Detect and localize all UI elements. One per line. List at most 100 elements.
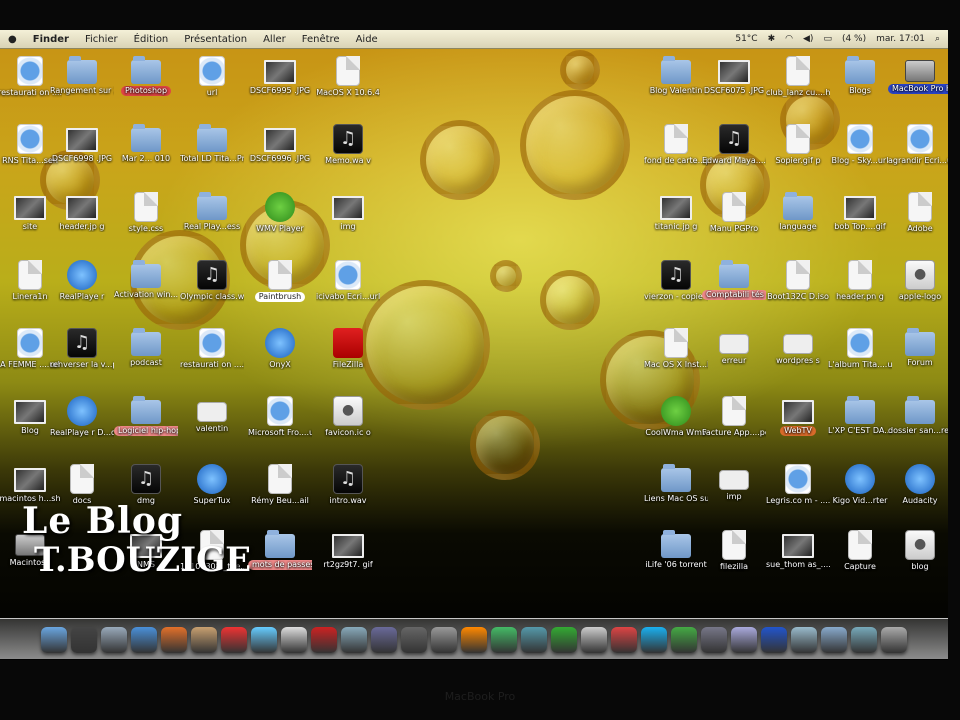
desktop-icon[interactable]: Edward Maya....wav (702, 124, 766, 166)
desktop-icon[interactable]: Memo.wa v (316, 124, 380, 166)
desktop-icon[interactable]: podcast (114, 328, 178, 368)
desktop-icon[interactable]: renverser la v...p3 (50, 328, 114, 370)
desktop-icon[interactable]: Liens Mac OS sur PC (644, 464, 708, 504)
desktop-icon[interactable]: DSCF6998 .JPG (50, 124, 114, 164)
desktop-icon[interactable]: Audacity (888, 464, 948, 506)
dock-skype-icon[interactable] (641, 627, 667, 653)
dock-ical-icon[interactable] (221, 627, 247, 653)
desktop-icon[interactable]: SuperTux (180, 464, 244, 506)
desktop-icon[interactable]: agrandir Ecri...url (888, 124, 948, 166)
desktop-icon[interactable]: DSCF6075 .JPG (702, 56, 766, 96)
desktop-icon[interactable]: mots de passes (248, 530, 312, 570)
desktop-icon[interactable]: img (316, 192, 380, 232)
temperature-readout[interactable]: 51°C (735, 34, 757, 44)
dock-photo-booth-icon[interactable] (311, 627, 337, 653)
desktop-icon[interactable]: valentin (180, 396, 244, 434)
desktop-icon[interactable]: RealPlaye r (50, 260, 114, 302)
desktop-icon[interactable]: language (766, 192, 830, 232)
desktop-icon[interactable]: header.pn g (828, 260, 892, 302)
desktop-icon[interactable]: Facture App....pdf (702, 396, 766, 438)
desktop-icon[interactable]: Real Play...ess (180, 192, 244, 232)
dock-boot-camp-icon[interactable] (581, 627, 607, 653)
desktop-icon[interactable]: Photoshop (114, 56, 178, 96)
menubar-clock[interactable]: mar. 17:01 (876, 34, 925, 44)
desktop-icon[interactable]: Legris.co m - ....url (766, 464, 830, 506)
desktop-icon[interactable]: Comptabili tés (702, 260, 766, 300)
battery-icon[interactable]: ▭ (823, 34, 832, 44)
dock-transmission-icon[interactable] (611, 627, 637, 653)
dock-trash-icon[interactable] (881, 627, 907, 653)
dock-downloads-icon[interactable] (791, 627, 817, 653)
desktop-icon[interactable]: Mar 2... 010 (114, 124, 178, 164)
desktop-icon[interactable]: Rémy Beu...ail (248, 464, 312, 506)
dock-spotlight-icon[interactable] (731, 627, 757, 653)
desktop-icon[interactable]: intro.wav (316, 464, 380, 506)
dock-xcode-icon[interactable] (521, 627, 547, 653)
dock-documents-icon[interactable] (821, 627, 847, 653)
desktop-icon[interactable]: MacOS X 10.6.4 (316, 56, 380, 98)
desktop-icon[interactable]: dossier san...re 2 (888, 396, 948, 436)
menu-item-aide[interactable]: Aide (356, 34, 378, 45)
desktop-icon[interactable]: Blog Valentin (644, 56, 708, 96)
desktop-icon[interactable]: Activation win... 7 (114, 260, 178, 300)
desktop-icon[interactable]: apple-logo (888, 260, 948, 302)
menu-item-fichier[interactable]: Fichier (85, 34, 118, 45)
desktop-icon[interactable]: WMV Player (248, 192, 312, 234)
dock-photo-icon[interactable] (701, 627, 727, 653)
dock-facetime-icon[interactable] (671, 627, 697, 653)
desktop-icon[interactable]: rt2gz9t7. gif (316, 530, 380, 570)
desktop-icon[interactable]: titanic.jp g (644, 192, 708, 232)
desktop-icon[interactable]: DSCF6996 .JPG (248, 124, 312, 164)
desktop-icon[interactable]: Forum (888, 328, 948, 368)
desktop-icon[interactable]: icivabo Ecri...url (316, 260, 380, 302)
desktop-icon[interactable]: filezilla (702, 530, 766, 572)
wifi-icon[interactable]: ◠ (785, 34, 793, 44)
desktop-icon[interactable]: L'XP C'EST DA...CHE (828, 396, 892, 436)
desktop-icon[interactable]: style.css (114, 192, 178, 234)
desktop-icon[interactable]: header.jp g (50, 192, 114, 232)
desktop-icon[interactable]: iLife '06 torrent (644, 530, 708, 570)
dock-ichat-icon[interactable] (491, 627, 517, 653)
desktop-icon[interactable]: Manu PGPro (702, 192, 766, 234)
dock-mail-icon[interactable] (101, 627, 127, 653)
dock-vlc-icon[interactable] (461, 627, 487, 653)
desktop-icon[interactable]: club_lanz cu....html (766, 56, 830, 98)
desktop-icon[interactable]: Paintbrush (248, 260, 312, 302)
dock-safari-icon[interactable] (131, 627, 157, 653)
desktop-icon[interactable]: sue_thom as_....jpg (766, 530, 830, 570)
desktop-icon[interactable]: FileZilla (316, 328, 380, 370)
apple-menu-icon[interactable]: ● (8, 34, 17, 45)
dock-preview-icon[interactable] (281, 627, 307, 653)
menu-item-presentation[interactable]: Présentation (184, 34, 247, 45)
dock-iphoto-icon[interactable] (341, 627, 367, 653)
menu-item-aller[interactable]: Aller (263, 34, 286, 45)
desktop-icon[interactable]: bob Top....gif (828, 192, 892, 232)
menu-item-finder[interactable]: Finder (33, 34, 69, 45)
menu-item-edition[interactable]: Édition (134, 34, 169, 45)
dock-finder-icon[interactable] (41, 627, 67, 653)
desktop-icon[interactable]: restaurati on ....url (180, 328, 244, 370)
dock-firefox-icon[interactable] (161, 627, 187, 653)
desktop-icon[interactable]: Sopier.gif p (766, 124, 830, 166)
desktop-icon[interactable]: Olympic class.wav (180, 260, 244, 302)
dock-applications-icon[interactable] (851, 627, 877, 653)
desktop-icon[interactable]: fond de carte...pdf (644, 124, 708, 166)
desktop-icon[interactable]: L'album Tita....url (828, 328, 892, 370)
desktop-screen[interactable]: ● Finder Fichier Édition Présentation Al… (0, 30, 948, 660)
dock-system-preferences-icon[interactable] (431, 627, 457, 653)
dock-address-book-icon[interactable] (191, 627, 217, 653)
desktop-icon[interactable]: Kigo Vid...rter (828, 464, 892, 506)
desktop-icon[interactable]: Boot132C D.iso (766, 260, 830, 302)
desktop-icon[interactable]: Adobe (888, 192, 948, 234)
desktop-icon[interactable]: MacBook Pro HD (888, 56, 948, 94)
desktop-icon[interactable]: blog (888, 530, 948, 572)
desktop-icon[interactable]: Capture (828, 530, 892, 572)
menu-item-fenetre[interactable]: Fenêtre (302, 34, 340, 45)
desktop-icon[interactable]: Blogs (828, 56, 892, 96)
desktop-icon[interactable]: WebTV (766, 396, 830, 436)
dock-activity-monitor-icon[interactable] (551, 627, 577, 653)
desktop-icon[interactable]: RealPlaye r D...der (50, 396, 114, 438)
desktop-icon[interactable]: favicon.ic o (316, 396, 380, 438)
spotlight-icon[interactable]: ⌕ (935, 34, 940, 44)
dock-time-machine-icon[interactable] (401, 627, 427, 653)
